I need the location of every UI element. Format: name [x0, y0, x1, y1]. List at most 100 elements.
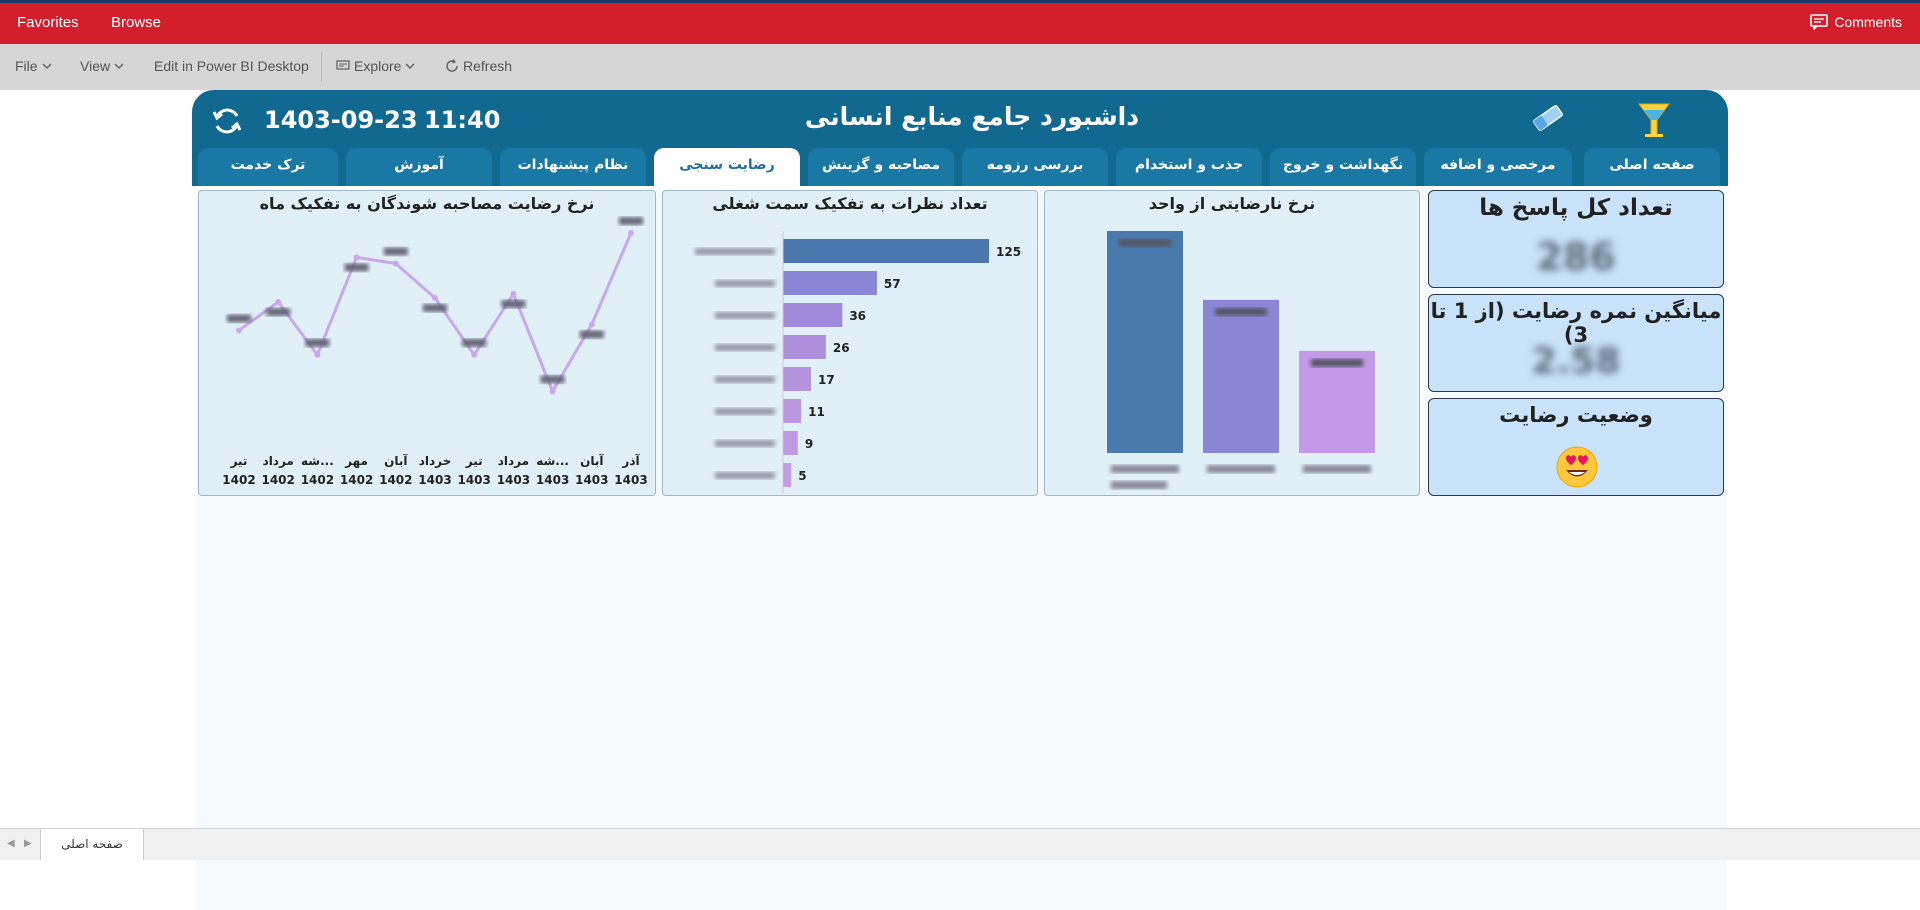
tab-training[interactable]: آموزش [346, 148, 492, 186]
file-label: File [15, 58, 38, 74]
data-point[interactable] [588, 321, 595, 328]
refresh-label: Refresh [463, 58, 513, 74]
data-point[interactable] [432, 294, 438, 301]
x-tick-month: آبان [384, 453, 408, 468]
page-tabs: صفحه اصلی مرخصی و اضافه کاری نگهداشت و خ… [198, 148, 1722, 207]
data-point[interactable] [628, 230, 634, 236]
data-label [227, 314, 251, 323]
page-tab-home[interactable]: صفحه اصلی [40, 829, 144, 860]
category-label [1111, 465, 1179, 473]
data-label [266, 308, 291, 317]
x-tick-year: 1403 [457, 473, 490, 487]
chevron-down-icon [114, 63, 124, 70]
x-tick-year: 1402 [379, 473, 412, 487]
refresh-icon [446, 59, 458, 72]
tab-leave-overtime[interactable]: مرخصی و اضافه کاری [1424, 148, 1572, 207]
app-header-bar: Favorites Browse Comments [0, 0, 1920, 44]
data-label [501, 299, 526, 308]
bar[interactable] [783, 399, 802, 423]
x-tick-year: 1403 [418, 473, 451, 487]
data-point[interactable] [471, 351, 478, 358]
data-label [1215, 307, 1267, 316]
bar[interactable] [783, 303, 843, 327]
category-label [1303, 465, 1371, 473]
category-label [715, 408, 775, 415]
refresh-icon[interactable] [210, 104, 244, 138]
x-tick-month: مرداد [498, 454, 529, 468]
tab-home[interactable]: صفحه اصلی [1584, 148, 1720, 186]
tab-suggestions[interactable]: نظام پیشنهادات [500, 148, 646, 186]
tab-satisfaction[interactable]: رضایت سنجی [654, 148, 800, 186]
x-tick-month: آذر [621, 453, 640, 468]
avg-score-card: میانگین نمره رضایت (از 1 تا 3) 2.58 [1428, 294, 1724, 392]
data-label [462, 338, 487, 347]
report-header: 1403-09-23 11:40 داشبورد جامع منابع انسا… [192, 90, 1728, 207]
x-tick-year: 1403 [497, 473, 530, 487]
bar[interactable] [783, 271, 877, 295]
bar[interactable] [783, 239, 989, 263]
data-label [344, 263, 369, 272]
comments-button[interactable]: Comments [1810, 14, 1902, 30]
funnel-icon[interactable] [1636, 100, 1672, 140]
tab-resume-review[interactable]: بررسی رزومه [962, 148, 1108, 186]
prev-page-icon[interactable]: ◀ [7, 838, 15, 849]
data-label [619, 217, 643, 225]
page-title: داشبورد جامع منابع انسانی [804, 102, 1140, 131]
card-title: تعداد کل پاسخ ها [1479, 195, 1673, 221]
tab-recruitment[interactable]: جذب و استخدام [1116, 148, 1262, 186]
data-label [1119, 239, 1171, 247]
data-point[interactable] [353, 254, 360, 261]
category-label [715, 312, 775, 319]
browse-link[interactable]: Browse [111, 14, 161, 31]
data-point[interactable] [510, 290, 517, 297]
x-tick-month: آبان [580, 453, 604, 468]
data-point[interactable] [549, 388, 556, 395]
data-point[interactable] [314, 351, 321, 358]
tab-interview[interactable]: مصاحبه و گزینش [808, 148, 954, 186]
data-label: 5 [798, 469, 806, 483]
x-tick-year: 1402 [340, 473, 373, 487]
data-label: 11 [808, 405, 825, 419]
category-label [1207, 465, 1275, 473]
data-point[interactable] [236, 327, 242, 334]
bar[interactable] [783, 335, 826, 359]
data-label: 9 [805, 437, 813, 451]
card-value: 2.58 [1531, 341, 1621, 382]
tab-termination[interactable]: ترک خدمت [198, 148, 338, 186]
card-value: 286 [1536, 235, 1616, 279]
bar[interactable] [783, 463, 792, 487]
x-tick-month: ...شه [301, 454, 334, 468]
x-tick-month: تیر [230, 454, 248, 468]
page-navigation-bar: ◀ ▶ صفحه اصلی [0, 828, 1920, 860]
comments-label: Comments [1834, 14, 1902, 30]
x-tick-month: تیر [465, 454, 483, 468]
x-tick-year: 1403 [536, 473, 569, 487]
data-label: 57 [884, 277, 901, 291]
view-label: View [80, 58, 111, 74]
bar[interactable] [783, 431, 798, 455]
favorites-link[interactable]: Favorites [17, 14, 79, 31]
category-label [715, 472, 775, 479]
tab-retention-exit[interactable]: نگهداشت و خروج [1270, 148, 1416, 186]
x-tick-year: 1403 [614, 473, 647, 487]
report-canvas: 1403-09-23 11:40 داشبورد جامع منابع انسا… [192, 90, 1728, 910]
bar[interactable] [1203, 299, 1279, 453]
explore-menu[interactable]: Explore [336, 58, 415, 74]
edit-in-desktop-button[interactable]: Edit in Power BI Desktop [154, 58, 309, 74]
bar[interactable] [1107, 231, 1183, 453]
view-menu[interactable]: View [80, 58, 124, 74]
x-tick-month: ...شه [536, 454, 569, 468]
category-label [715, 344, 775, 351]
next-page-icon[interactable]: ▶ [24, 838, 32, 849]
file-menu[interactable]: File [15, 58, 52, 74]
refresh-button[interactable]: Refresh [445, 58, 512, 74]
data-point[interactable] [275, 299, 282, 306]
x-tick-month: مهر [344, 454, 368, 468]
eraser-icon[interactable] [1528, 100, 1568, 136]
category-label [715, 440, 775, 447]
data-label [423, 303, 447, 312]
bar[interactable] [783, 367, 812, 391]
data-label [305, 338, 330, 347]
series-line [238, 232, 633, 395]
data-point[interactable] [392, 260, 399, 267]
